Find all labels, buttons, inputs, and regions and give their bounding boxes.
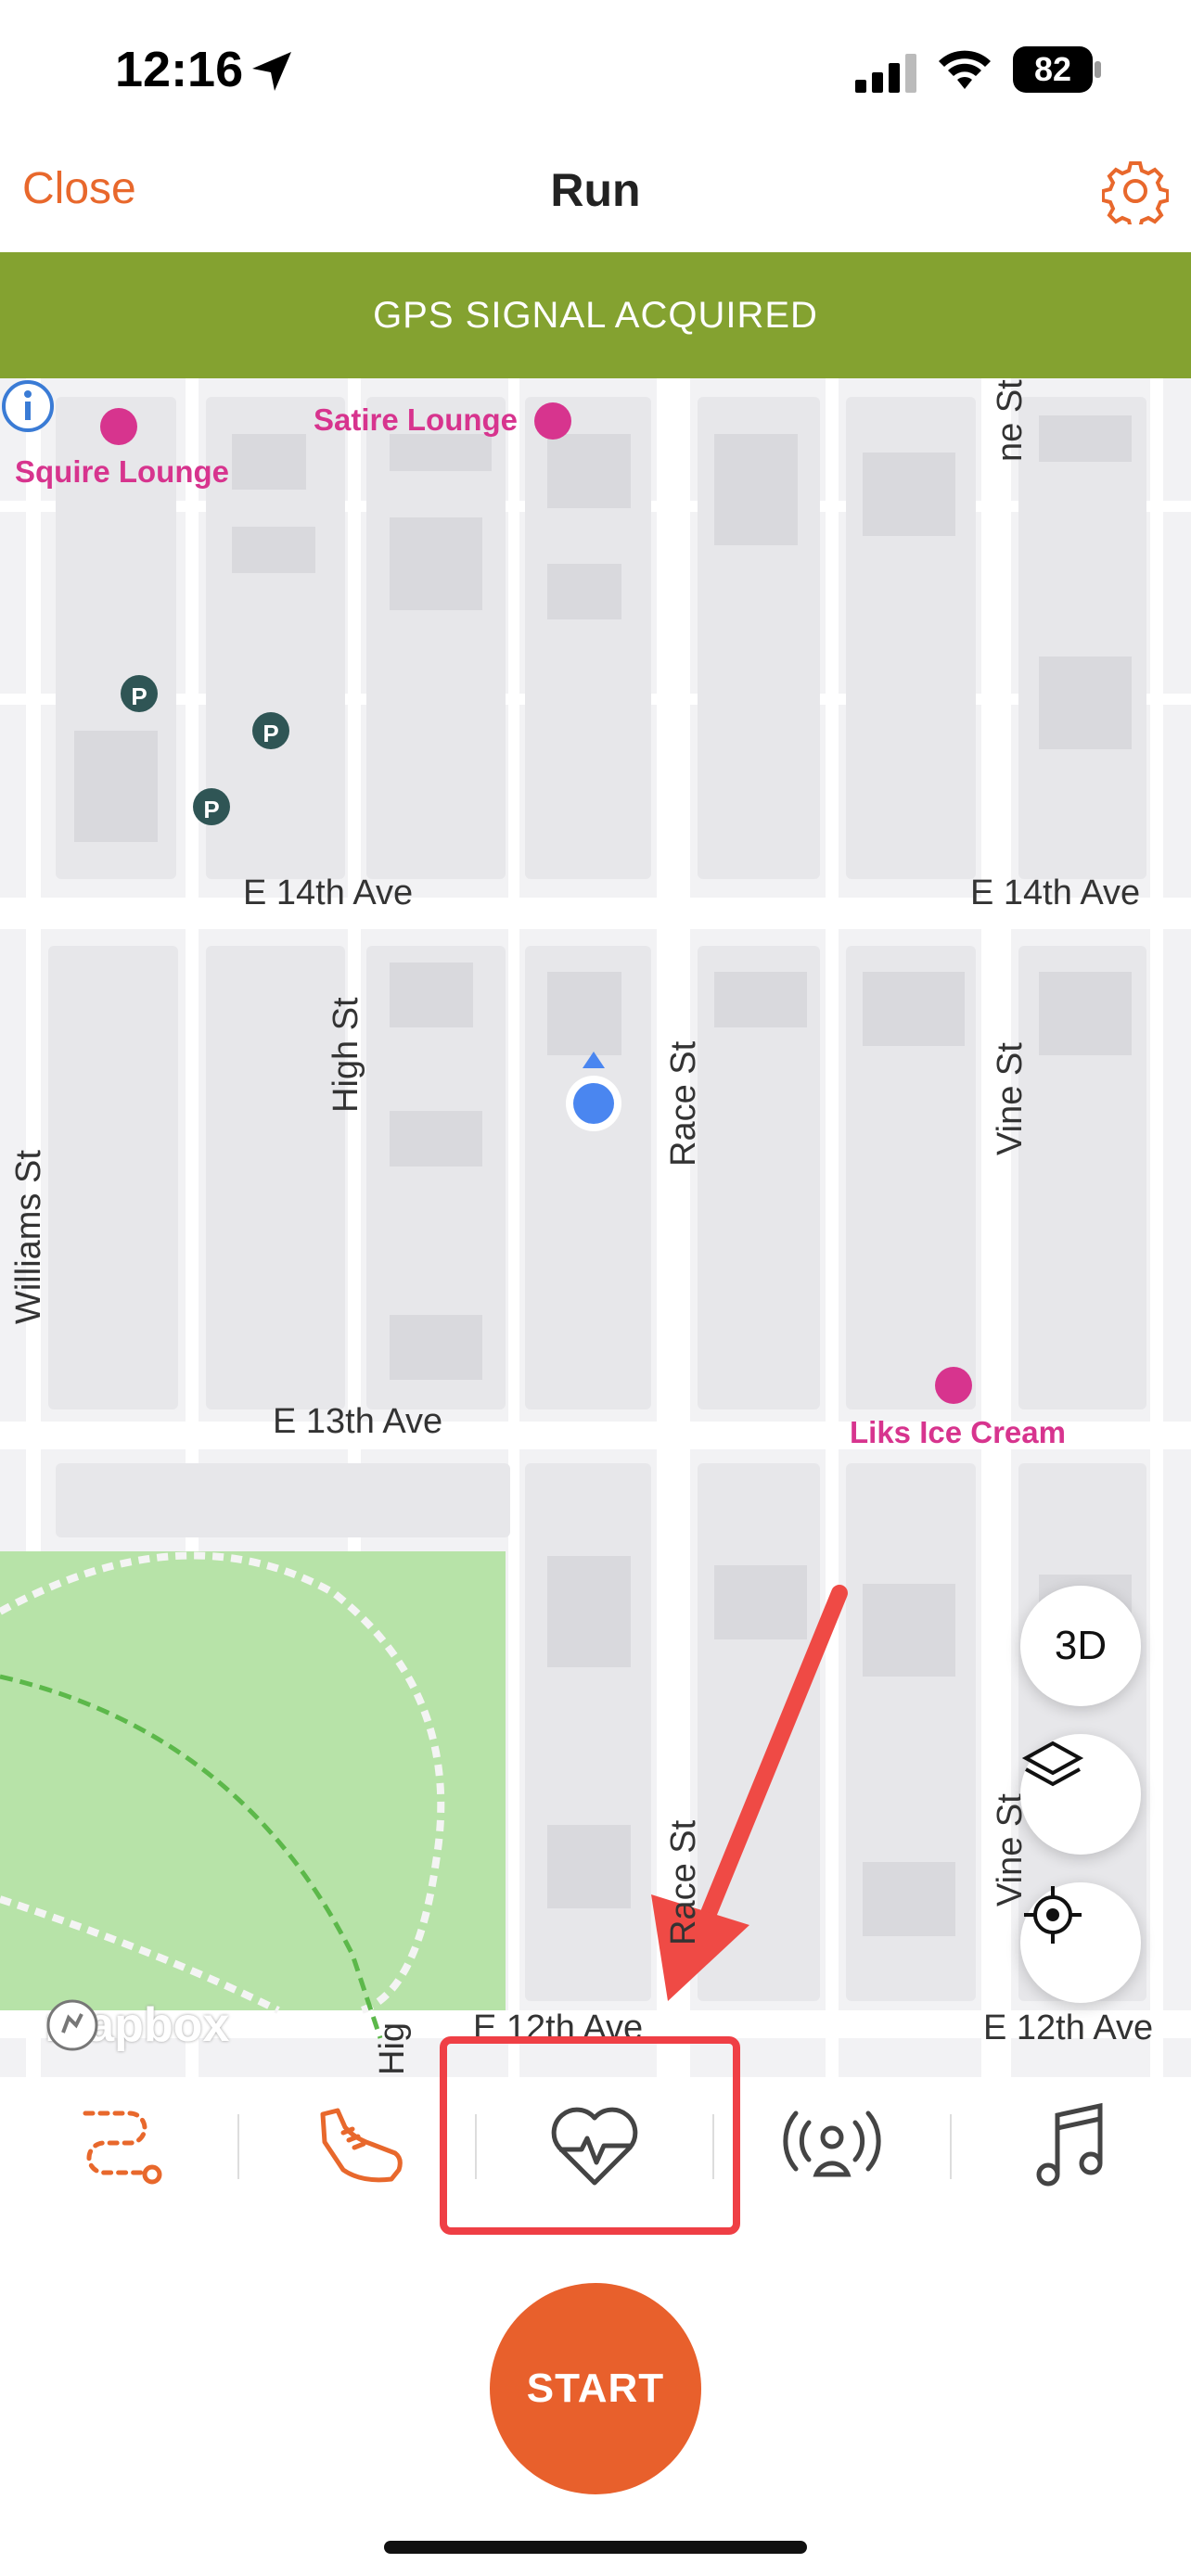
- info-icon[interactable]: [0, 378, 56, 434]
- wifi-icon: [939, 50, 991, 89]
- annotation-highlight-box: [440, 2036, 740, 2235]
- start-button[interactable]: START: [490, 2283, 701, 2494]
- layers-button[interactable]: [1020, 1734, 1141, 1855]
- poi-satire-lounge[interactable]: Satire Lounge: [314, 402, 518, 438]
- svg-text:P: P: [203, 796, 219, 823]
- street-label-e12-right: E 12th Ave: [983, 2009, 1154, 2047]
- street-label-high-st-lower: Hig: [373, 2021, 412, 2075]
- poi-squire-lounge[interactable]: Squire Lounge: [15, 454, 229, 490]
- street-label-high-st: High St: [327, 997, 365, 1113]
- poi-liks-ice-cream[interactable]: Liks Ice Cream: [850, 1415, 1066, 1450]
- home-indicator: [384, 2541, 807, 2554]
- svg-text:P: P: [263, 720, 278, 747]
- page-title: Run: [550, 164, 641, 216]
- gps-status-banner: GPS SIGNAL ACQUIRED: [0, 252, 1191, 378]
- broadcast-icon: [783, 2111, 881, 2177]
- battery-icon: 82: [1013, 46, 1102, 93]
- mapbox-logo[interactable]: mapbox: [45, 1997, 229, 2053]
- crosshair-icon: [1024, 1886, 1082, 1944]
- street-label-race-st: Race St: [664, 1040, 703, 1167]
- music-icon: [1036, 2102, 1103, 2187]
- tab-broadcast[interactable]: [713, 2077, 951, 2216]
- recenter-button[interactable]: [1020, 1882, 1141, 2003]
- svg-text:P: P: [131, 682, 147, 710]
- status-time: 12:16: [115, 42, 244, 97]
- tab-music[interactable]: [951, 2077, 1188, 2216]
- gear-icon[interactable]: [1102, 158, 1169, 224]
- route-icon: [83, 2111, 162, 2185]
- tab-route[interactable]: [0, 2077, 237, 2216]
- street-label-e13: E 13th Ave: [273, 1402, 443, 1441]
- street-label-vine-st: Vine St: [991, 1042, 1030, 1155]
- street-label-vine-st-top: ne St: [991, 379, 1030, 462]
- 3d-toggle-button[interactable]: 3D: [1020, 1586, 1141, 1706]
- street-label-e14-left: E 14th Ave: [243, 874, 414, 912]
- shoe-icon: [320, 2108, 403, 2183]
- street-label-race-st-lower: Race St: [664, 1819, 703, 1945]
- map-view[interactable]: P P P Satire Lounge Squire Lounge Liks I…: [0, 378, 1191, 2077]
- mapbox-icon: [46, 1999, 98, 2051]
- street-label-e14-right: E 14th Ave: [970, 874, 1141, 912]
- layers-icon: [1021, 1741, 1084, 1787]
- cellular-signal-icon: [855, 54, 916, 93]
- location-arrow-icon: [252, 52, 291, 91]
- street-label-williams-st: Williams St: [9, 1150, 48, 1324]
- battery-level: 82: [1033, 50, 1072, 88]
